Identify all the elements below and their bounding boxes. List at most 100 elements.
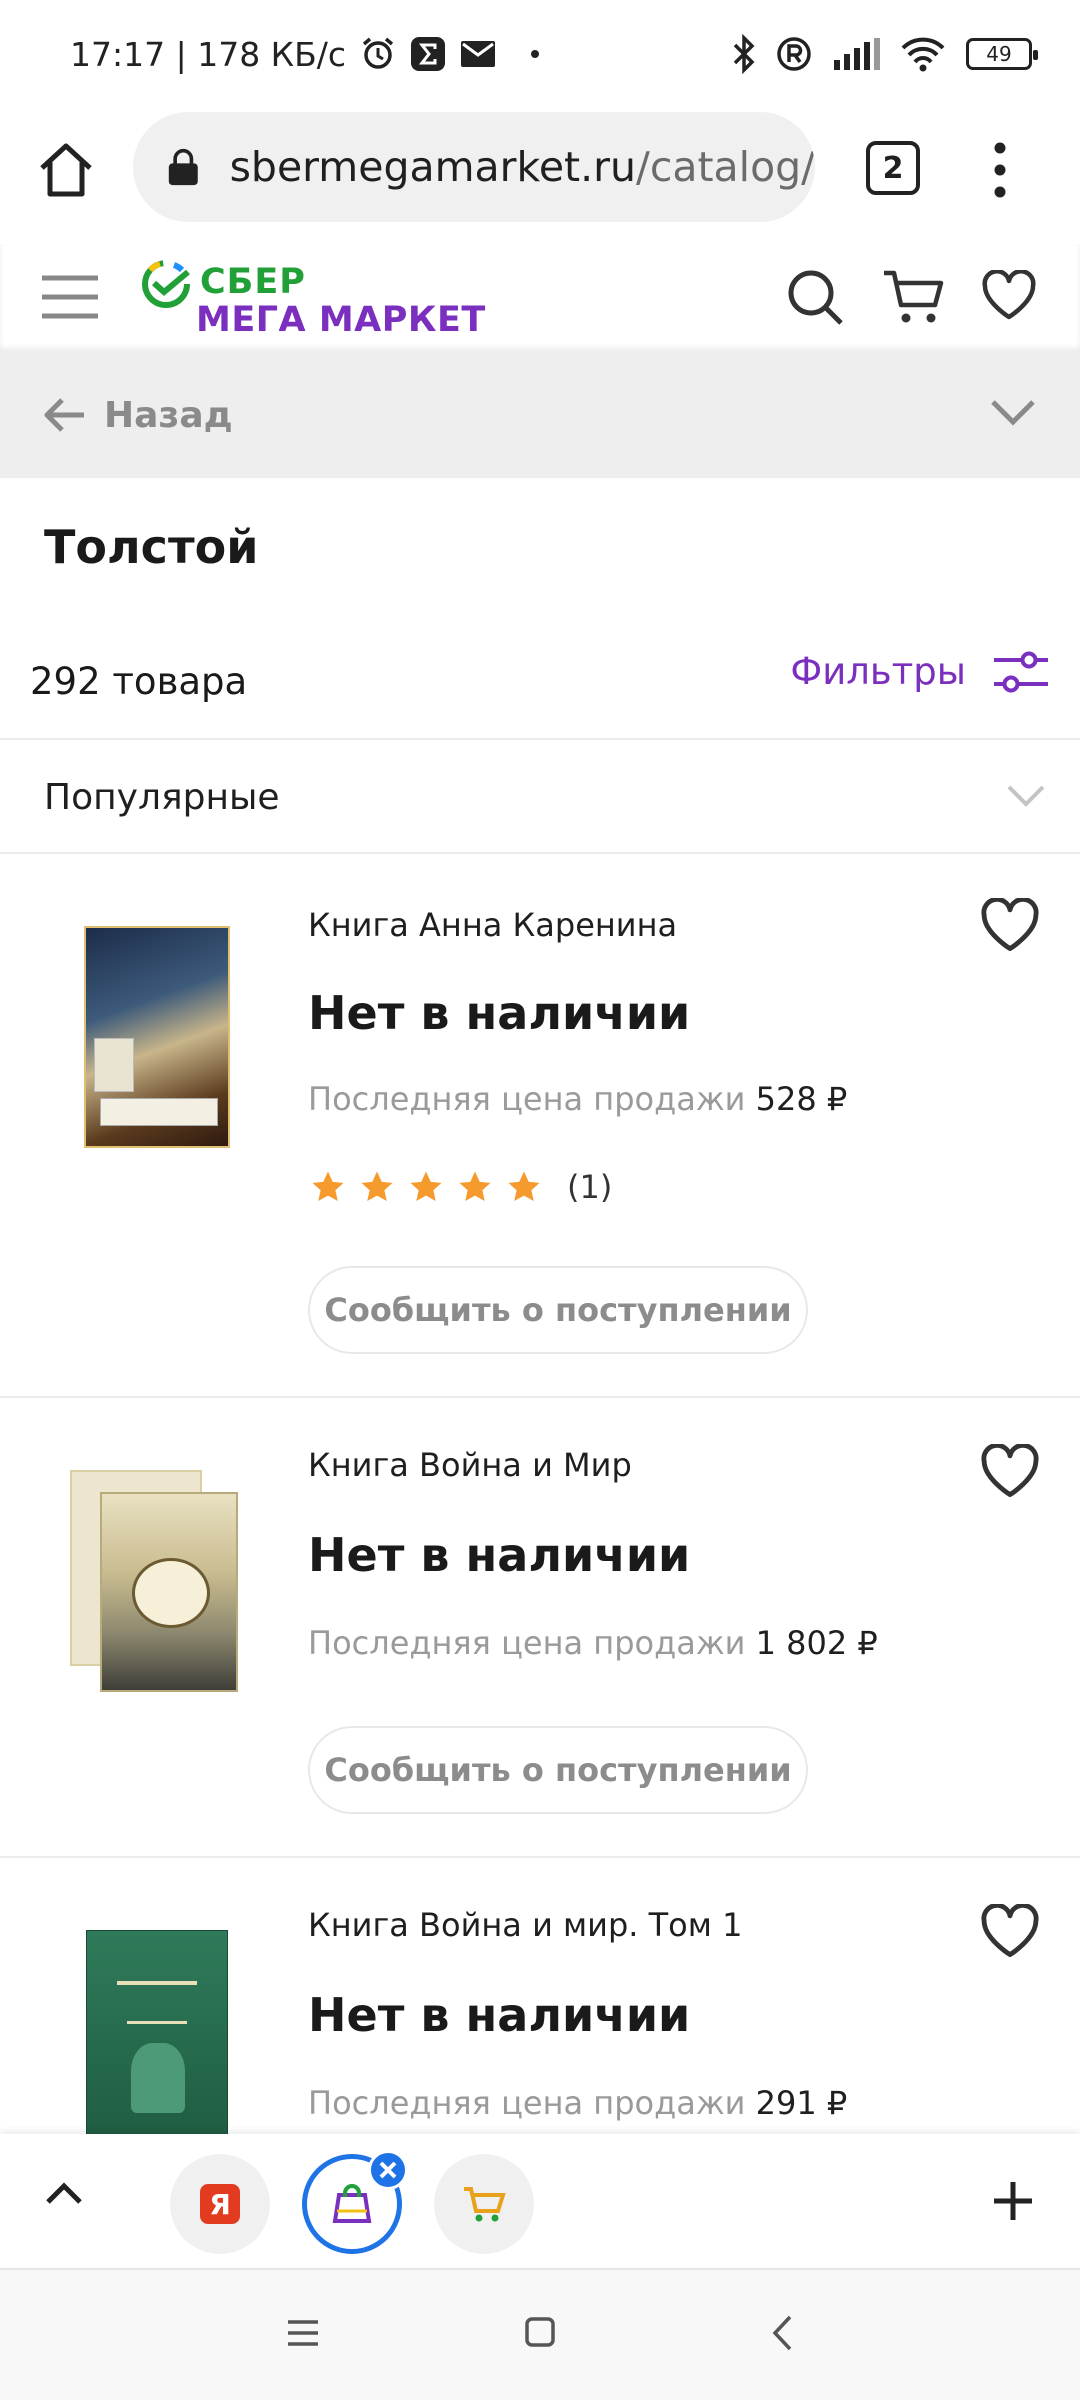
price-value: 528 ₽	[755, 1080, 848, 1118]
registered-icon	[776, 36, 812, 72]
url-domain: sbermegamarket.ru	[229, 143, 636, 191]
last-price-label: Последняя цена продажи	[308, 1080, 746, 1118]
star-icon	[410, 1171, 442, 1202]
back-label: Назад	[104, 394, 233, 436]
close-icon	[379, 2161, 397, 2179]
notify-button[interactable]: Сообщить о поступлении	[308, 1726, 808, 1814]
cart-icon	[464, 2187, 506, 2222]
lock-icon	[168, 148, 198, 186]
heart-icon	[981, 896, 1039, 952]
address-bar[interactable]: sbermegamarket.ru/catalog/	[133, 112, 815, 222]
system-navigation-bar	[0, 2270, 1080, 2400]
menu-lines-icon	[288, 2320, 318, 2346]
search-icon	[788, 270, 843, 325]
browser-toolbar: sbermegamarket.ru/catalog/ 2	[0, 108, 1080, 244]
sigma-app-icon	[410, 36, 446, 72]
battery-level: 49	[986, 42, 1012, 66]
last-price: Последняя цена продажи 291 ₽	[308, 2084, 847, 2122]
tab-yandex[interactable]: Я	[170, 2154, 270, 2254]
shopping-bag-icon	[332, 2184, 372, 2223]
wifi-icon	[900, 36, 946, 72]
tabs-button[interactable]: 2	[866, 141, 920, 195]
mail-icon	[460, 40, 496, 68]
last-price: Последняя цена продажи 528 ₽	[308, 1080, 847, 1118]
price-value: 291 ₽	[755, 2084, 848, 2122]
page-title: Толстой	[44, 520, 259, 574]
star-icon	[508, 1171, 540, 1202]
alarm-icon	[360, 36, 396, 72]
favorite-button[interactable]	[980, 1902, 1040, 1960]
notify-button[interactable]: Сообщить о поступлении	[308, 1266, 808, 1354]
filters-button[interactable]: Фильтры	[790, 650, 1050, 693]
recents-button[interactable]	[286, 2318, 320, 2348]
filters-label: Фильтры	[790, 650, 966, 693]
plus-icon	[994, 2182, 1032, 2220]
back-bar[interactable]: Назад	[0, 352, 1080, 478]
chevron-down-icon	[1007, 785, 1045, 807]
star-icon	[312, 1171, 344, 1202]
logo-sber-text: СБЕР	[200, 262, 306, 302]
bluetooth-icon	[732, 34, 756, 74]
sber-logo-icon	[142, 260, 190, 308]
back-triangle-icon	[772, 2315, 792, 2351]
heart-icon	[982, 269, 1036, 320]
battery-icon: 49	[966, 38, 1038, 70]
url-path: /catalog/	[636, 143, 815, 191]
collapse-button[interactable]	[44, 2178, 90, 2224]
logo-megamarket-text: МЕГА МАРКЕТ	[196, 300, 486, 340]
arrow-left-icon	[44, 398, 84, 432]
hamburger-icon	[42, 275, 98, 319]
home-button[interactable]	[34, 138, 98, 202]
cart-button[interactable]	[882, 268, 944, 326]
last-price-label: Последняя цена продажи	[308, 2084, 746, 2122]
chevron-up-icon	[46, 2182, 82, 2204]
browser-menu-button[interactable]	[990, 138, 1010, 202]
square-icon	[525, 2317, 555, 2347]
product-card[interactable]: Книга Война и Мир Нет в наличии Последня…	[0, 1398, 1080, 1858]
availability-status: Нет в наличии	[308, 1528, 691, 1582]
new-tab-button[interactable]	[990, 2178, 1038, 2226]
favorites-button[interactable]	[982, 269, 1036, 322]
book-cover-image[interactable]	[84, 926, 230, 1148]
search-button[interactable]	[786, 268, 844, 326]
status-bar: 17:17 | 178 КБ/с 49	[0, 0, 1080, 108]
last-price: Последняя цена продажи 1 802 ₽	[308, 1624, 878, 1662]
product-name[interactable]: Книга Анна Каренина	[308, 906, 677, 944]
sort-label: Популярные	[44, 776, 280, 818]
tab-count: 2	[882, 150, 904, 186]
availability-status: Нет в наличии	[308, 1988, 691, 2042]
status-time: 17:17 | 178 КБ/с	[70, 34, 347, 74]
home-nav-button[interactable]	[524, 2316, 556, 2348]
sort-select[interactable]: Популярные	[0, 740, 1080, 854]
star-icon	[459, 1171, 491, 1202]
product-card[interactable]: Книга Анна Каренина Нет в наличии Послед…	[0, 854, 1080, 1398]
availability-status: Нет в наличии	[308, 986, 691, 1040]
book-cover-image[interactable]	[86, 1930, 228, 2134]
signal-icon	[832, 38, 880, 70]
last-price-label: Последняя цена продажи	[308, 1624, 746, 1662]
product-name[interactable]: Книга Война и Мир	[308, 1446, 632, 1484]
heart-icon	[981, 1442, 1039, 1498]
cart-icon	[884, 270, 944, 323]
yandex-icon: Я	[200, 2184, 240, 2224]
chevron-down-icon[interactable]	[990, 398, 1036, 428]
favorite-button[interactable]	[980, 896, 1040, 954]
product-name[interactable]: Книга Война и мир. Том 1	[308, 1906, 742, 1944]
product-card[interactable]: Книга Война и мир. Том 1 Нет в наличии П…	[0, 1858, 1080, 2134]
dot-icon	[530, 49, 540, 59]
screen: 17:17 | 178 КБ/с 49 sbermegamarket.ru /c…	[0, 0, 1080, 2400]
home-icon	[40, 143, 92, 197]
menu-button[interactable]	[40, 274, 100, 320]
site-header: СБЕР МЕГА МАРКЕТ	[0, 244, 1080, 352]
back-nav-button[interactable]	[770, 2314, 794, 2352]
favorite-button[interactable]	[980, 1442, 1040, 1500]
tab-cart-site[interactable]	[434, 2154, 534, 2254]
heart-icon	[981, 1902, 1039, 1958]
book-cover-image[interactable]	[70, 1470, 238, 1692]
review-count[interactable]: (1)	[567, 1168, 612, 1206]
close-tab-button[interactable]	[368, 2150, 408, 2190]
product-count: 292 товара	[30, 660, 248, 703]
rating: (1)	[310, 1168, 612, 1206]
browser-tab-strip: Я	[0, 2134, 1080, 2270]
logo[interactable]: СБЕР МЕГА МАРКЕТ	[140, 256, 485, 340]
